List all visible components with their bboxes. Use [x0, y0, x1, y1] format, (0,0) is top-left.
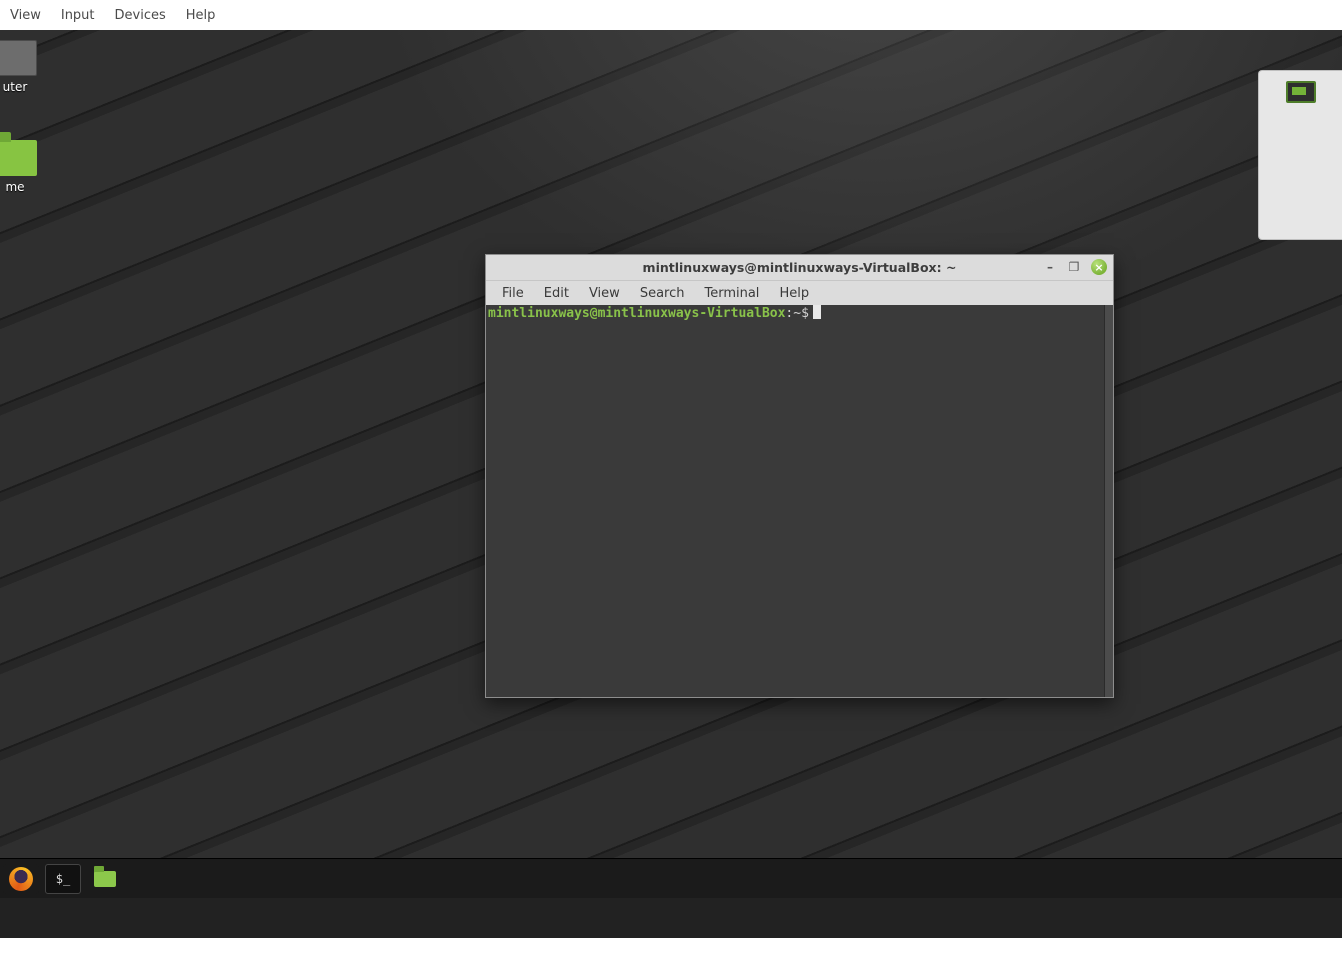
- prompt-symbol: $: [801, 306, 809, 321]
- panel-launcher-terminal[interactable]: $_: [45, 864, 81, 894]
- terminal-title: mintlinuxways@mintlinuxways-VirtualBox: …: [643, 260, 957, 275]
- prompt-host: mintlinuxways-VirtualBox: [598, 306, 786, 321]
- terminal-menu-view[interactable]: View: [579, 286, 630, 301]
- host-window-bottom-strip: [0, 938, 1342, 976]
- prompt-path: ~: [793, 306, 801, 321]
- files-icon: [94, 871, 116, 887]
- prompt-at-symbol: @: [590, 306, 598, 321]
- firefox-icon: [9, 867, 33, 891]
- maximize-button[interactable]: ❐: [1067, 260, 1081, 274]
- terminal-menu-edit[interactable]: Edit: [534, 286, 579, 301]
- window-controls: – ❐ ×: [1043, 259, 1107, 275]
- panel-launcher-firefox[interactable]: [3, 864, 39, 894]
- terminal-icon: $_: [56, 872, 70, 886]
- computer-icon: [0, 40, 37, 76]
- desktop-icon-computer[interactable]: uter: [0, 40, 60, 94]
- terminal-menu-terminal[interactable]: Terminal: [694, 286, 769, 301]
- desktop-icon-home[interactable]: me: [0, 140, 60, 194]
- vm-preview-icon[interactable]: [1286, 81, 1316, 103]
- desktop-icon-computer-label: uter: [0, 80, 60, 94]
- terminal-scrollbar[interactable]: [1104, 305, 1113, 697]
- home-folder-icon: [0, 140, 37, 176]
- panel-launcher-files[interactable]: [87, 864, 123, 894]
- terminal-cursor: [813, 305, 821, 319]
- terminal-menubar: File Edit View Search Terminal Help: [486, 281, 1113, 305]
- terminal-menu-help[interactable]: Help: [769, 286, 819, 301]
- desktop-icon-home-label: me: [0, 180, 60, 194]
- terminal-menu-search[interactable]: Search: [630, 286, 695, 301]
- guest-desktop[interactable]: uter me mintlinuxways@mintlinuxways-Virt…: [0, 30, 1342, 898]
- guest-panel[interactable]: $_: [0, 858, 1342, 898]
- vbox-menu-help[interactable]: Help: [176, 8, 226, 23]
- terminal-prompt: mintlinuxways@mintlinuxways-VirtualBox:~…: [488, 305, 1111, 323]
- close-button[interactable]: ×: [1091, 259, 1107, 275]
- minimize-button[interactable]: –: [1043, 260, 1057, 274]
- terminal-menu-file[interactable]: File: [492, 286, 534, 301]
- vbox-menu-devices[interactable]: Devices: [105, 8, 176, 23]
- prompt-user: mintlinuxways: [488, 306, 590, 321]
- terminal-body[interactable]: mintlinuxways@mintlinuxways-VirtualBox:~…: [486, 305, 1113, 697]
- terminal-titlebar[interactable]: mintlinuxways@mintlinuxways-VirtualBox: …: [486, 255, 1113, 281]
- terminal-window[interactable]: mintlinuxways@mintlinuxways-VirtualBox: …: [485, 254, 1114, 698]
- virtualbox-side-toolbar[interactable]: [1258, 70, 1342, 240]
- vbox-menu-input[interactable]: Input: [51, 8, 105, 23]
- virtualbox-host-menubar: View Input Devices Help: [0, 0, 1342, 30]
- vbox-menu-view[interactable]: View: [0, 8, 51, 23]
